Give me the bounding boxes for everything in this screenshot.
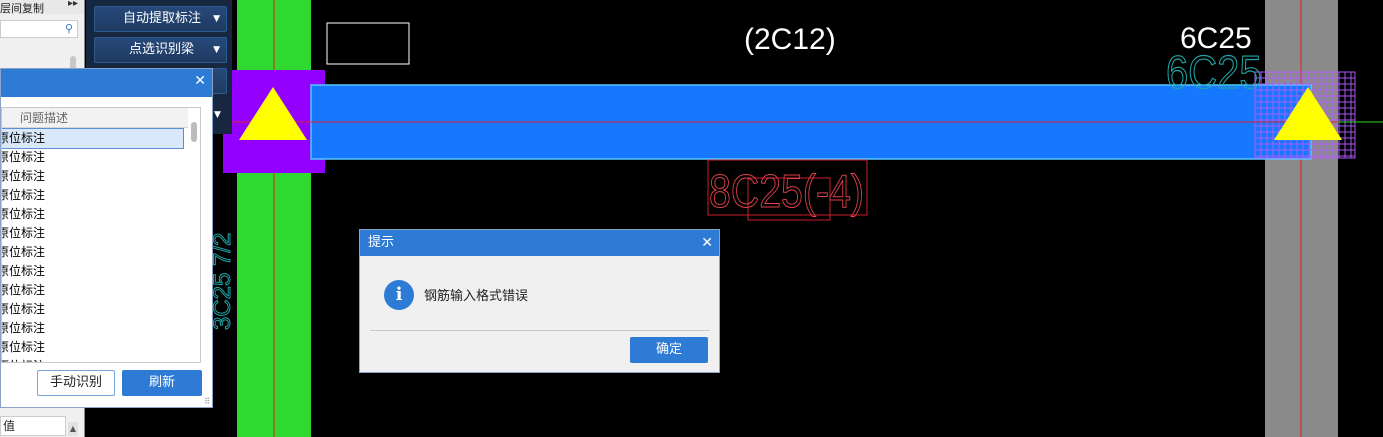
- list-scrollbar[interactable]: [191, 122, 197, 142]
- divider: [370, 330, 710, 331]
- issue-row[interactable]: 原位标注: [2, 243, 183, 262]
- value-cell: 值: [0, 416, 66, 436]
- pick-beam-button[interactable]: 点选识别梁 ▼: [94, 37, 227, 63]
- auto-extract-label: 自动提取标注: [123, 11, 202, 26]
- toolbar-arrow[interactable]: ▼: [214, 110, 221, 120]
- annotation-top-center[interactable]: (2C12): [744, 23, 836, 56]
- expand-icon[interactable]: ▸▸: [68, 0, 78, 9]
- ok-button[interactable]: 确定: [630, 337, 708, 363]
- info-icon: i: [384, 280, 414, 310]
- close-icon[interactable]: ✕: [701, 230, 713, 256]
- value-scroll-btn[interactable]: ▲: [68, 422, 78, 436]
- issue-row[interactable]: 原位标注: [2, 338, 183, 357]
- issue-row[interactable]: 原位标注: [2, 128, 184, 149]
- issue-row[interactable]: 原位标注: [2, 148, 183, 167]
- issue-row[interactable]: 原位标注: [2, 281, 183, 300]
- annotation-vertical: 3C25 7/2: [209, 233, 236, 330]
- chevron-down-icon[interactable]: ▼: [213, 38, 220, 62]
- issue-row[interactable]: 原位标注: [2, 167, 183, 186]
- close-icon[interactable]: ✕: [194, 73, 206, 89]
- pick-beam-label: 点选识别梁: [129, 42, 195, 57]
- message-title: 提示: [368, 235, 395, 250]
- resize-grip-icon[interactable]: ⠿: [204, 397, 210, 406]
- dialog-titlebar[interactable]: ✕: [1, 69, 212, 97]
- issue-row[interactable]: 原位标注: [2, 262, 183, 281]
- panel-search-input[interactable]: ⚲: [0, 20, 78, 38]
- column-header[interactable]: 问题描述: [2, 108, 188, 128]
- issue-row[interactable]: 原位标注: [2, 186, 183, 205]
- issue-row[interactable]: 原位标注: [2, 300, 183, 319]
- issue-list-dialog: ✕ 问题描述 原位标注 原位标注 原位标注 原位标注 原位标注 原位标注 原位标注 原位标注原…: [0, 68, 213, 408]
- issue-row[interactable]: 原位标注: [2, 319, 183, 338]
- issue-list[interactable]: 问题描述 原位标注 原位标注 原位标注 原位标注 原位标注 原位标注 原位标注 原位标注 原位标…: [1, 107, 201, 363]
- refresh-button[interactable]: 刷新: [122, 370, 202, 396]
- white-box: [326, 22, 410, 65]
- message-text: 钢筋输入格式错误: [424, 289, 529, 304]
- chevron-down-icon[interactable]: ▼: [213, 7, 220, 31]
- auto-extract-button[interactable]: 自动提取标注 ▼: [94, 6, 227, 32]
- message-titlebar[interactable]: 提示 ✕: [360, 230, 719, 256]
- annotation-bottom[interactable]: 8C25(-4): [709, 165, 865, 218]
- message-box: 提示 ✕ i 钢筋输入格式错误 确定: [359, 229, 720, 373]
- manual-identify-button[interactable]: 手动识别: [37, 370, 115, 396]
- panel-header-label: 层间复制: [0, 2, 44, 15]
- annotation-top-right-ghost: 6C25: [1166, 47, 1262, 98]
- panel-header: 层间复制 ▸▸: [0, 0, 84, 15]
- issue-row[interactable]: 原位标注: [2, 357, 183, 362]
- issue-row[interactable]: 原位标注: [2, 224, 183, 243]
- issue-row[interactable]: 原位标注: [2, 205, 183, 224]
- search-icon[interactable]: ⚲: [65, 22, 73, 35]
